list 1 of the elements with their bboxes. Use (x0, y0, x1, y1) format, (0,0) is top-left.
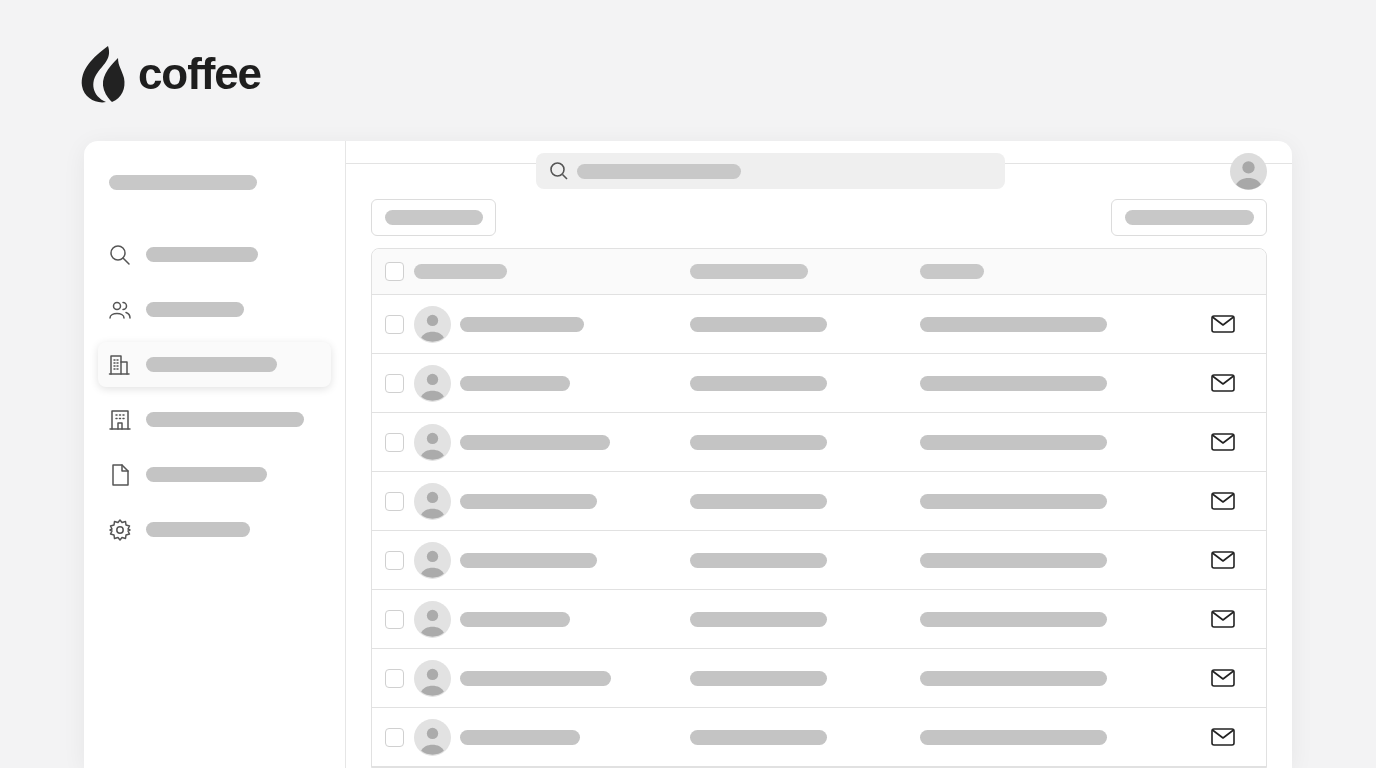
logo-text: coffee (138, 48, 261, 100)
